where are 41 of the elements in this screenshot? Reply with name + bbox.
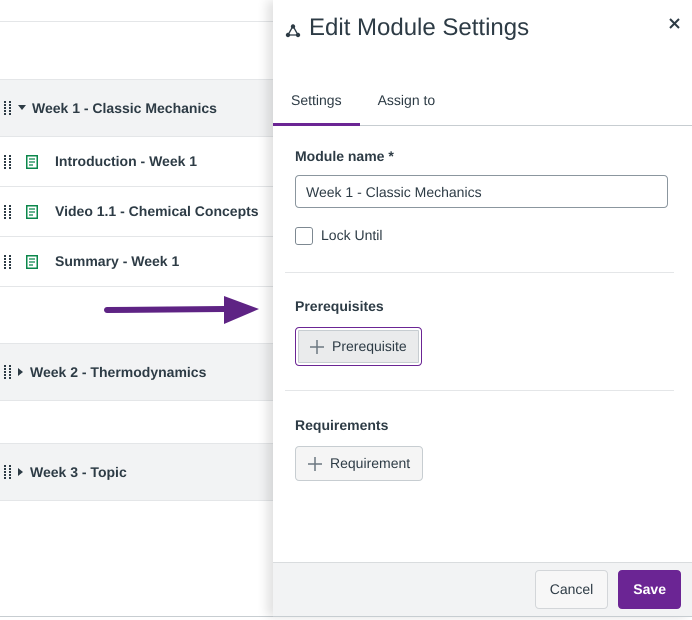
checkbox[interactable] bbox=[295, 226, 313, 244]
item-title: Video 1.1 - Chemical Concepts bbox=[55, 202, 259, 221]
drag-handle-icon[interactable] bbox=[4, 254, 12, 268]
close-button[interactable] bbox=[669, 18, 680, 29]
page-icon bbox=[26, 154, 38, 168]
caret-right-icon[interactable] bbox=[18, 368, 24, 376]
module-item[interactable]: Video 1.1 - Chemical Concepts bbox=[0, 187, 273, 237]
plus-icon bbox=[308, 456, 322, 470]
module-header[interactable]: Week 3 - Topic bbox=[0, 444, 273, 501]
drag-handle-icon[interactable] bbox=[4, 365, 12, 379]
save-button[interactable]: Save bbox=[618, 570, 681, 609]
page-icon bbox=[26, 254, 38, 268]
module-icon bbox=[285, 24, 301, 38]
field-label: Module name * bbox=[295, 147, 395, 166]
item-title: Summary - Week 1 bbox=[55, 252, 180, 271]
drag-handle-icon[interactable] bbox=[4, 154, 12, 168]
module-item[interactable]: Introduction - Week 1 bbox=[0, 137, 273, 187]
module-header[interactable]: Week 1 - Classic Mechanics bbox=[0, 80, 273, 137]
lock-until-checkbox[interactable]: Lock Until bbox=[295, 225, 680, 246]
page-icon bbox=[26, 204, 38, 218]
module-name-field[interactable]: Week 1 - Classic Mechanics bbox=[295, 175, 668, 208]
drag-handle-icon[interactable] bbox=[4, 101, 12, 115]
module-title: Week 2 - Thermodynamics bbox=[30, 362, 206, 382]
plus-icon bbox=[310, 340, 324, 354]
caret-down-icon[interactable] bbox=[18, 105, 26, 111]
cancel-button[interactable]: Cancel bbox=[534, 570, 608, 609]
dialog-title: Edit Module Settings bbox=[309, 14, 530, 43]
module-item[interactable]: Summary - Week 1 bbox=[0, 237, 273, 287]
tab[interactable]: Assign to bbox=[360, 78, 454, 126]
module-title: Week 3 - Topic bbox=[30, 462, 127, 482]
section-heading: Prerequisites bbox=[295, 297, 385, 316]
section-heading: Requirements bbox=[295, 416, 390, 435]
drag-handle-icon[interactable] bbox=[4, 204, 12, 218]
module-title: Week 1 - Classic Mechanics bbox=[32, 98, 217, 118]
item-title: Introduction - Week 1 bbox=[55, 152, 198, 171]
add-requirement-button[interactable]: Requirement bbox=[295, 446, 424, 481]
module-header[interactable]: Week 2 - Thermodynamics bbox=[0, 344, 273, 401]
caret-right-icon[interactable] bbox=[18, 468, 24, 476]
drag-handle-icon[interactable] bbox=[4, 465, 12, 479]
tab[interactable]: Settings bbox=[273, 78, 360, 126]
add-prerequisite-button[interactable]: Prerequisite bbox=[295, 327, 422, 366]
